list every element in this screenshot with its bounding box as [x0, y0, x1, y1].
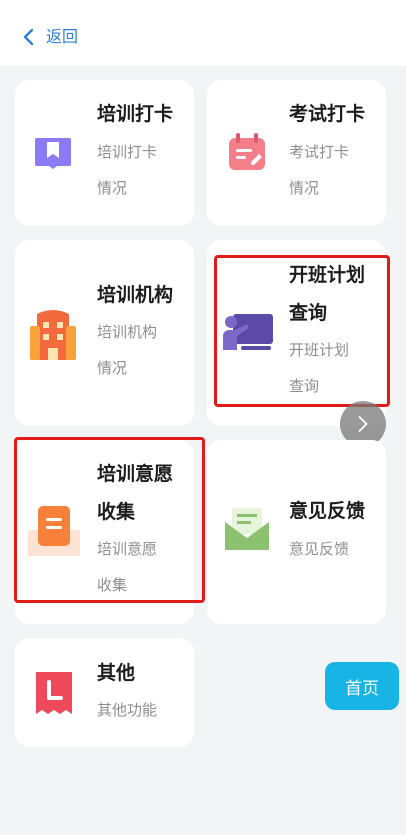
- card-title: 开班计划查询: [289, 264, 366, 324]
- card-feedback[interactable]: 意见反馈 意见反馈: [207, 440, 386, 624]
- book-icon: [35, 138, 71, 169]
- card-title: 培训意愿收集: [97, 463, 174, 523]
- card-description: 其他功能: [97, 701, 158, 719]
- card-title: 培训机构: [97, 284, 174, 306]
- card-description: 培训意愿收集: [97, 540, 158, 594]
- card-exam-checkin[interactable]: 考试打卡 考试打卡情况: [207, 80, 386, 226]
- card-description: 开班计划查询: [289, 341, 350, 395]
- card-other[interactable]: 其他 其他功能: [15, 638, 194, 747]
- card-description: 培训打卡情况: [97, 143, 158, 197]
- back-label: 返回: [46, 27, 79, 46]
- card-description: 培训机构情况: [97, 323, 158, 377]
- envelope-icon: [225, 508, 269, 550]
- back-button[interactable]: 返回: [22, 24, 78, 50]
- home-button[interactable]: 首页: [325, 662, 399, 710]
- top-bar: 返回: [0, 0, 406, 66]
- chevron-right-icon: [358, 416, 368, 432]
- calendar-edit-icon: [229, 133, 265, 170]
- building-icon: [30, 310, 76, 360]
- card-title: 其他: [97, 662, 136, 684]
- card-title: 培训打卡: [97, 103, 174, 125]
- card-description: 意见反馈: [289, 540, 350, 558]
- card-training-intent[interactable]: 培训意愿收集 培训意愿收集: [15, 440, 194, 624]
- card-class-plan[interactable]: 开班计划查询 开班计划查询: [207, 240, 386, 426]
- teacher-board-icon: [223, 314, 273, 350]
- card-title: 考试打卡: [289, 103, 366, 125]
- card-training-checkin[interactable]: 培训打卡 培训打卡情况: [15, 80, 194, 226]
- card-description: 考试打卡情况: [289, 143, 350, 197]
- inbox-icon: [28, 506, 80, 556]
- card-title: 意见反馈: [289, 500, 366, 522]
- bookmark-l-icon: [36, 672, 72, 714]
- card-training-org[interactable]: 培训机构 培训机构情况: [15, 240, 194, 426]
- chevron-left-icon: [23, 28, 34, 46]
